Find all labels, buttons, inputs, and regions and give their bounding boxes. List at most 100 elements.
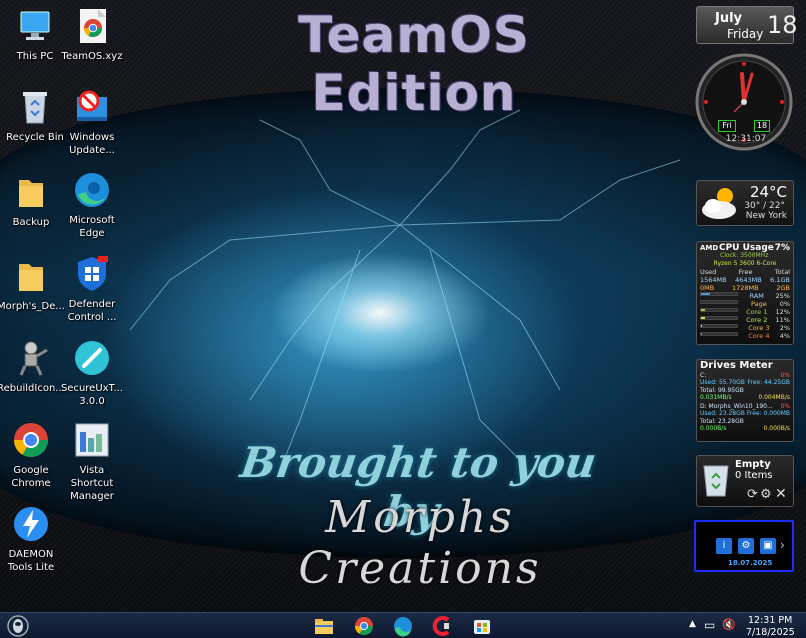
cpu-usage-value: 7% [774,243,790,253]
core-row: Core 2 11% [700,316,790,324]
desktop-icon-teamos[interactable]: TeamOS.xyz [57,6,127,63]
drive-d-used: Used: 23.28GB [700,410,745,417]
taskbar-date[interactable]: 7/18/2025 [746,627,795,638]
file-explorer-icon [315,619,333,634]
date-gadget[interactable]: July Friday 18 [696,6,798,44]
quick-switch-gadget[interactable]: i ⚙ ▣ › 18.07.2025 [694,520,794,572]
drive-c-label: C: [700,371,707,379]
mem-value: 0MB [700,284,715,292]
core-row: Core 3 2% [700,324,790,332]
core-label: Core 1 [746,308,768,316]
recycle-bin-gadget[interactable]: Empty 0 Items ⟳ ⚙ ✕ [696,455,794,507]
core-value: 11% [775,316,790,324]
ram-label: RAM [749,292,764,300]
switch-gadget-date: 18.07.2025 [728,559,773,567]
ram-bar-fill [701,293,710,295]
volume-muted-icon[interactable]: 🔇 [722,618,736,638]
page-bar [700,300,738,304]
rebuild-icon [11,338,51,378]
date-gadget-day: 18 [767,11,798,39]
core-label: Core 3 [748,324,770,332]
core-value: 12% [775,308,790,316]
taskbar-time[interactable]: 12:31 PM [748,615,792,626]
taskbar-ccleaner[interactable] [430,615,454,637]
desktop-icon-windows-update[interactable]: Windows Update... [57,87,127,157]
this-pc-icon [15,6,55,46]
weather-city: New York [745,211,787,221]
desktop-icon-defender-control[interactable]: Defender Control ... [57,254,127,324]
close-icon[interactable]: ✕ [775,486,787,502]
info-icon[interactable]: i [716,538,732,554]
page-label: Page [750,300,767,308]
drive-d-down: 0.000B/s [763,425,790,432]
desktop-icon-label: Defender Control ... [67,299,117,323]
windows-update-icon [72,87,112,127]
recycle-gadget-status: Empty [735,459,771,470]
drive-c-up: 0.031MB/s [700,394,732,401]
ram-row: RAM 25% [700,292,790,300]
cpu-usage-gadget[interactable]: AMD CPU Usage 7% Clock: 3500MHz Ryzen 5 … [696,241,794,345]
drive-d-percent: 0% [780,402,790,410]
chrome-shortcut-icon [72,6,112,46]
weather-gadget[interactable]: 24°C 30° / 22° New York [696,180,794,226]
desktop-icon-secureux[interactable]: SecureUxT... 3.0.0 [57,338,127,408]
core-bar-fill [701,325,702,327]
taskbar-edge[interactable] [391,615,415,637]
drives-title: Drives Meter [700,360,773,371]
tray-chevron-up-icon[interactable]: ▲ [689,619,696,638]
drive-d-up: 0.000B/s [700,425,727,432]
core-label: Core 2 [746,316,768,324]
start-button[interactable] [4,615,32,637]
desktop-icon-daemon-tools[interactable]: DAEMON Tools Lite [0,504,66,574]
cpu-title: CPU Usage [718,243,774,253]
defender-icon [72,254,112,294]
folder-icon [11,256,51,296]
network-icon[interactable]: ▭ [704,618,715,638]
taskbar-chrome[interactable] [352,615,376,637]
lock-icon[interactable]: ▣ [760,538,776,554]
drive-c-percent: 0% [780,371,790,379]
mem-header-used: Used [700,268,717,276]
clock-day-box: Fri [718,120,736,132]
desktop-icon-label: Windows Update... [69,132,115,156]
weather-temp: 24°C [749,183,787,201]
drive-c-down: 0.004MB/s [758,394,790,401]
refresh-icon[interactable]: ⟳ [747,487,758,502]
core-bar-fill [701,317,705,319]
chevron-right-icon[interactable]: › [780,538,785,552]
clock-gadget[interactable]: Fri 18 12:31:07 [694,52,794,152]
recycle-gadget-items: 0 Items [735,470,773,481]
wallpaper-morphs-text: Morphs Creations [298,492,542,594]
core-value: 4% [779,332,790,340]
desktop-icon-edge[interactable]: Microsoft Edge [57,170,127,240]
mem-value: 6.1GB [770,276,790,284]
mem-row-2: 0MB 1728MB 2GB [700,284,790,292]
date-gadget-month: July [715,11,743,26]
clock-digital-time: 12:31:07 [725,134,767,144]
settings-icon[interactable]: ⚙ [738,538,754,554]
drives-meter-gadget[interactable]: Drives Meter C: 0% Used: 55.70GB Free: 44.… [696,359,794,442]
folder-icon [11,172,51,212]
mem-row-1: 1564MB 4643MB 6.1GB [700,276,790,284]
secureux-icon [72,338,112,378]
chrome-icon [355,617,373,636]
recycle-bin-icon [15,87,55,127]
taskbar: ▲ ▭ 🔇 12:31 PM 7/18/2025 [0,612,806,638]
core-bar [700,316,738,320]
daemon-tools-icon [11,504,51,544]
core-bar [700,332,738,336]
mem-header-row: Used Free Total [700,268,790,276]
gear-icon[interactable]: ⚙ [760,487,772,502]
clock-date-box: 18 [754,120,770,132]
mem-header-total: Total [774,268,790,276]
desktop-icon-vista-shortcut[interactable]: Vista Shortcut Manager [57,420,127,503]
weather-cloud-sun-icon [702,188,736,219]
ccleaner-icon [432,616,450,636]
recycle-bin-gadget-icon [703,465,729,497]
taskbar-store[interactable] [470,615,494,637]
weather-range: 30° / 22° [744,201,785,211]
edge-icon [394,617,412,637]
mem-value: 1564MB [700,276,727,284]
taskbar-file-explorer[interactable] [312,615,336,637]
drive-c-total: Total: 99.95GB [700,386,744,394]
